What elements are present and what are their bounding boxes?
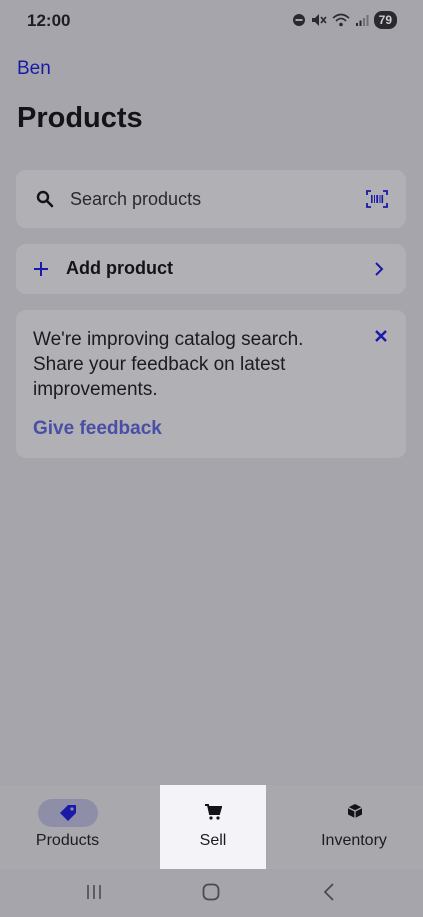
nav-tab-inventory[interactable]: Inventory [285,785,423,869]
screen: 12:00 79 Ben Products Search products Ad… [0,0,423,917]
plus-icon [34,262,48,276]
search-icon [36,190,54,208]
status-icons: 79 [292,11,397,29]
wifi-icon [332,13,350,27]
close-icon[interactable] [375,330,387,342]
do-not-disturb-icon [292,14,305,26]
add-product-button[interactable]: Add product [16,244,406,294]
status-time: 12:00 [27,11,71,30]
signal-icon [355,15,369,26]
add-product-label: Add product [66,258,173,278]
box-icon [347,804,363,818]
feedback-message: We're improving catalog search. Share yo… [33,329,304,400]
search-bar [16,170,406,228]
search-input[interactable] [70,184,350,214]
nav-label-sell: Sell [199,832,227,849]
page-title: Products [17,102,143,134]
nav-tab-products[interactable]: Products [0,785,141,869]
bottom-navigation: Products Sell Inventory [0,785,423,869]
tag-icon [60,805,76,821]
system-navigation-bar [0,869,423,917]
feedback-banner: We're improving catalog search. Share yo… [16,310,406,458]
cart-icon [205,804,222,820]
nav-label-inventory: Inventory [321,832,387,849]
home-icon[interactable] [202,883,220,901]
nav-label-products: Products [35,832,100,849]
nav-tab-sell[interactable]: Sell [160,785,266,869]
status-bar: 12:00 79 [0,0,423,40]
chevron-right-icon [375,262,384,276]
barcode-scan-icon[interactable] [366,190,388,208]
active-tab-indicator [38,799,98,827]
user-name-link[interactable]: Ben [17,58,51,80]
give-feedback-link[interactable]: Give feedback [33,418,162,440]
battery-indicator: 79 [373,11,397,29]
back-icon[interactable] [322,883,336,901]
mute-icon [311,14,327,26]
recent-apps-icon[interactable] [85,883,103,901]
